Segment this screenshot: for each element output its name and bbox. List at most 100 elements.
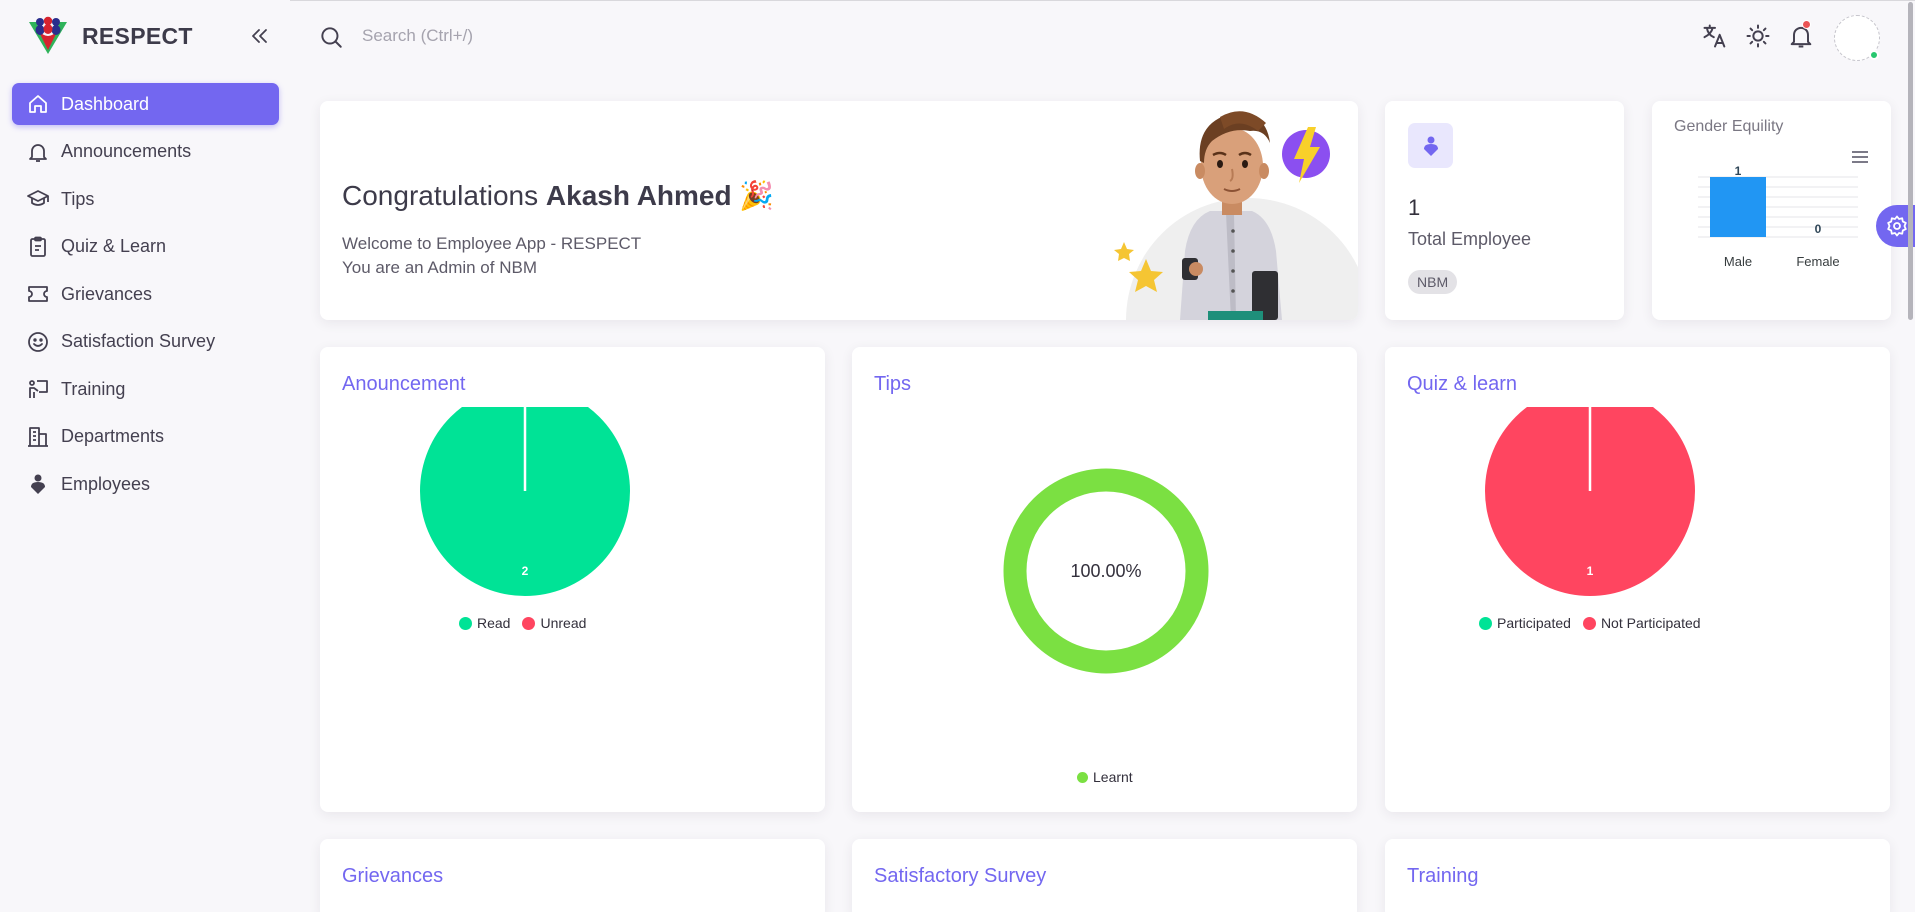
legend-dot [1077,771,1088,783]
search-input[interactable] [362,22,762,50]
online-status-dot [1869,50,1879,60]
donut-center-label: 100.00% [1070,561,1141,581]
building-icon [28,426,48,447]
home-icon [29,95,47,113]
employee-avatar-icon [1408,123,1453,168]
quiz-pie-chart: 1 [1485,407,1695,596]
bar-value-label: 1 [1735,164,1742,178]
chart-menu-icon[interactable] [1852,151,1868,163]
employee-count: 1 [1408,195,1421,220]
card-title: Tips [874,373,912,395]
party-icon: 🎉 [739,180,775,211]
total-employee-card: 1 Total Employee NBM [1385,101,1624,320]
card-title: Quiz & learn [1407,373,1518,395]
quiz-learn-card: Quiz & learn 1 Participated Not Particip… [1385,347,1890,812]
card-title: Training [1407,865,1479,887]
satisfactory-survey-card: Satisfactory Survey [852,839,1357,912]
sidebar-item-departments[interactable]: Departments [12,416,279,458]
sun-icon[interactable] [1744,22,1772,50]
sidebar-item-grievances[interactable]: Grievances [12,273,279,315]
ticket-icon [28,286,48,302]
legend-label: Learnt [1093,769,1133,785]
x-tick-label: Female [1796,254,1839,269]
legend-dot [459,616,472,630]
sidebar-item-label: Quiz & Learn [61,236,167,256]
card-title: Satisfactory Survey [874,865,1047,887]
legend-item-learnt[interactable]: Learnt [1077,769,1133,785]
notification-bell-icon[interactable] [1787,22,1815,50]
user-name: Akash Ahmed [545,180,732,211]
bar-value-label: 0 [1815,222,1822,236]
sidebar-item-label: Departments [61,426,165,446]
legend-label: Participated [1497,615,1571,631]
sidebar-item-label: Announcements [61,141,192,161]
character-illustration [1114,111,1358,320]
collapse-sidebar-icon[interactable] [248,24,272,48]
chart-legend: Read Unread [459,615,598,631]
welcome-card: Congratulations Akash Ahmed 🎉 Welcome to… [320,101,1358,320]
card-title: Grievances [342,865,444,887]
sidebar-item-satisfaction-survey[interactable]: Satisfaction Survey [12,321,279,363]
user-icon [31,474,45,494]
notification-badge [1802,20,1811,29]
sidebar-item-quiz-learn[interactable]: Quiz & Learn [12,226,279,268]
sidebar-item-employees[interactable]: Employees [12,463,279,505]
search-icon[interactable] [318,24,344,50]
pie-data-label: 1 [1587,564,1594,578]
sidebar-item-training[interactable]: Training [12,368,279,410]
legend-item-not-participated[interactable]: Not Participated [1582,615,1701,631]
sidebar-item-label: Employees [61,473,151,494]
organization-badge: NBM [1408,270,1458,294]
sidebar-item-label: Dashboard [61,93,150,114]
gender-equality-card: Gender Equility 1 Male 0 Female [1652,101,1891,320]
legend-dot [522,616,536,630]
sidebar-item-tips[interactable]: Tips [12,178,279,220]
sidebar-item-label: Grievances [61,283,153,304]
x-tick-label: Male [1724,254,1752,269]
sidebar-item-dashboard[interactable]: Dashboard [12,83,279,125]
grievances-card: Grievances [320,839,825,912]
sidebar-item-announcements[interactable]: Announcements [12,131,279,173]
smile-icon [28,331,48,352]
welcome-line-2: You are an Admin of NBM [342,258,537,277]
page-scrollbar[interactable] [1908,2,1913,320]
announcement-card: Anouncement 2 Read Unread [320,347,825,812]
chart-legend: Participated Not Participated [1479,615,1713,631]
legend-item-read[interactable]: Read [459,615,510,631]
gender-bar-chart: 1 Male 0 Female [1698,151,1868,269]
bar-male [1710,177,1766,237]
welcome-heading: Congratulations Akash Ahmed 🎉 [342,179,774,212]
greeting-text: Congratulations [342,180,539,211]
legend-item-participated[interactable]: Participated [1479,615,1571,631]
employee-count-label: Total Employee [1408,229,1532,249]
brand-name: RESPECT [82,22,193,49]
sidebar: RESPECT Dashboard Announcements Tips Qui… [0,0,290,912]
sidebar-item-label: Tips [61,188,95,209]
tips-card: Tips 100.00% Learnt [852,347,1357,812]
welcome-line-1: Welcome to Employee App - RESPECT [342,234,642,253]
star-icon [1114,242,1134,261]
brand[interactable]: RESPECT [26,16,193,56]
bell-icon [29,143,47,162]
training-card: Training [1385,839,1890,912]
brand-logo-icon [29,16,67,54]
legend-label: Unread [540,615,587,631]
legend-label: Read [477,615,511,631]
sidebar-item-label: Satisfaction Survey [61,331,216,351]
tips-donut-chart: 100.00% [1003,468,1209,674]
chart-legend: Learnt [1077,769,1133,785]
announcement-pie-chart: 2 [420,407,630,596]
clipboard-icon [30,236,46,257]
legend-dot [1582,616,1596,630]
gear-icon [1887,215,1907,237]
legend-dot [1479,616,1492,630]
sidebar-item-label: Training [61,378,126,399]
sidebar-menu: Dashboard Announcements Tips Quiz & Lear… [12,83,279,511]
legend-label: Not Participated [1600,615,1701,631]
graduation-cap-icon [27,190,49,206]
pie-data-label: 2 [522,564,529,578]
legend-item-unread[interactable]: Unread [522,615,586,631]
presentation-icon [29,380,48,398]
card-title: Anouncement [342,373,466,395]
translate-icon[interactable] [1701,22,1729,50]
